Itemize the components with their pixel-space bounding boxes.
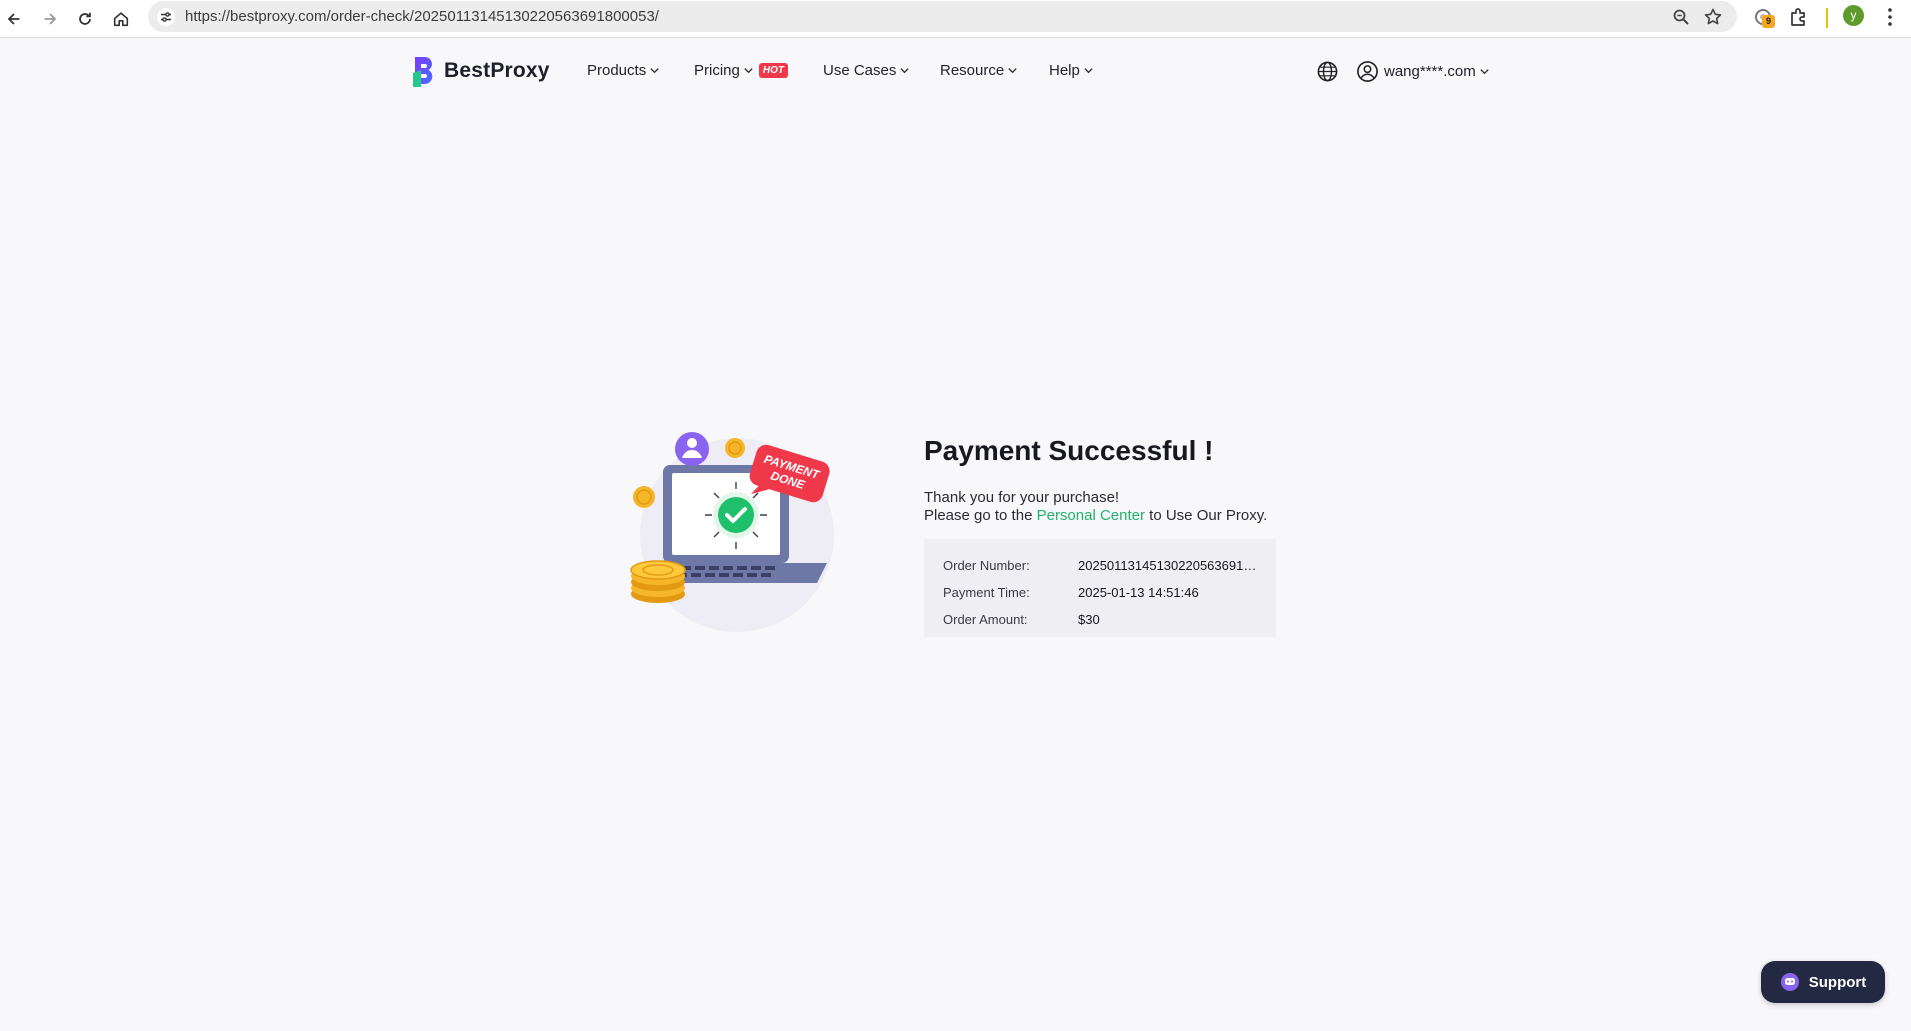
- zoom-icon[interactable]: [1671, 7, 1691, 27]
- extensions-puzzle-icon[interactable]: [1788, 6, 1810, 28]
- order-details-box: Order Number: 20250113145130220563691800…: [924, 539, 1276, 637]
- support-button[interactable]: Support: [1761, 961, 1885, 1003]
- payment-result-panel: Payment Successful ! Thank you for your …: [924, 433, 1280, 637]
- instruction-line: Please go to the Personal Center to Use …: [924, 507, 1280, 525]
- nav-use-cases-label: Use Cases: [823, 62, 897, 79]
- support-label: Support: [1808, 973, 1867, 991]
- page-title: Payment Successful !: [924, 435, 1214, 466]
- forward-icon[interactable]: [36, 5, 64, 33]
- profile-avatar[interactable]: y: [1843, 5, 1864, 26]
- chevron-down-icon: [1008, 68, 1017, 74]
- back-icon[interactable]: [0, 5, 28, 33]
- payment-message: Thank you for your purchase! Please go t…: [924, 489, 1280, 525]
- toolbar-divider: [1826, 8, 1828, 28]
- order-number-label: Order Number:: [943, 558, 1030, 573]
- address-bar[interactable]: https://bestproxy.com/order-check/202501…: [148, 1, 1737, 32]
- browser-menu-icon[interactable]: [1880, 5, 1900, 29]
- site-settings-icon[interactable]: [156, 7, 176, 27]
- nav-help[interactable]: Help: [1049, 62, 1094, 79]
- user-email: wang****.com: [1384, 63, 1476, 80]
- nav-pricing[interactable]: Pricing HOT: [694, 62, 788, 79]
- home-icon[interactable]: [107, 5, 135, 33]
- chevron-down-icon: [744, 68, 753, 74]
- order-amount-label: Order Amount:: [943, 612, 1028, 627]
- user-menu[interactable]: wang****.com: [1356, 60, 1490, 83]
- browser-toolbar: https://bestproxy.com/order-check/202501…: [0, 0, 1911, 38]
- payment-time-row: Payment Time: 2025-01-13 14:51:46: [943, 579, 1276, 606]
- nav-resource[interactable]: Resource: [940, 62, 1018, 79]
- bestproxy-logo-icon: [413, 57, 433, 87]
- reload-icon[interactable]: [71, 5, 99, 33]
- brand-logo[interactable]: BestProxy: [410, 55, 550, 87]
- chat-support-icon: [1780, 973, 1799, 991]
- language-globe-icon[interactable]: [1316, 60, 1339, 83]
- payment-done-illustration: PAYMENT DONE: [630, 432, 834, 632]
- site-header: BestProxy Products Pricing HOT Use Cases…: [0, 39, 1911, 105]
- payment-time-label: Payment Time:: [943, 585, 1030, 600]
- chevron-down-icon: [1480, 69, 1489, 75]
- nav-products-label: Products: [587, 62, 647, 79]
- brand-name: BestProxy: [444, 59, 550, 82]
- bookmark-star-icon[interactable]: [1703, 7, 1723, 27]
- chevron-down-icon: [650, 68, 659, 74]
- chevron-down-icon: [1084, 68, 1093, 74]
- user-account-icon: [1357, 61, 1378, 82]
- extension-badge: 9: [1762, 15, 1775, 28]
- order-amount-value: $30: [1078, 612, 1100, 627]
- personal-center-link[interactable]: Personal Center: [1037, 507, 1145, 524]
- nav-products[interactable]: Products: [587, 62, 660, 79]
- chevron-down-icon: [900, 68, 910, 74]
- instruction-suffix: to Use Our Proxy.: [1149, 507, 1268, 524]
- order-number-value: 20250113145130220563691800053: [1078, 558, 1258, 573]
- nav-help-label: Help: [1049, 62, 1080, 79]
- payment-time-value: 2025-01-13 14:51:46: [1078, 585, 1199, 600]
- url-text[interactable]: https://bestproxy.com/order-check/202501…: [185, 8, 659, 25]
- order-number-row: Order Number: 20250113145130220563691800…: [943, 552, 1276, 579]
- hot-badge: HOT: [758, 63, 788, 78]
- nav-resource-label: Resource: [940, 62, 1005, 79]
- order-amount-row: Order Amount: $30: [943, 606, 1276, 633]
- nav-use-cases[interactable]: Use Cases: [823, 62, 910, 79]
- thanks-text: Thank you for your purchase!: [924, 489, 1120, 506]
- instruction-prefix: Please go to the: [924, 507, 1033, 524]
- nav-pricing-label: Pricing: [694, 62, 740, 79]
